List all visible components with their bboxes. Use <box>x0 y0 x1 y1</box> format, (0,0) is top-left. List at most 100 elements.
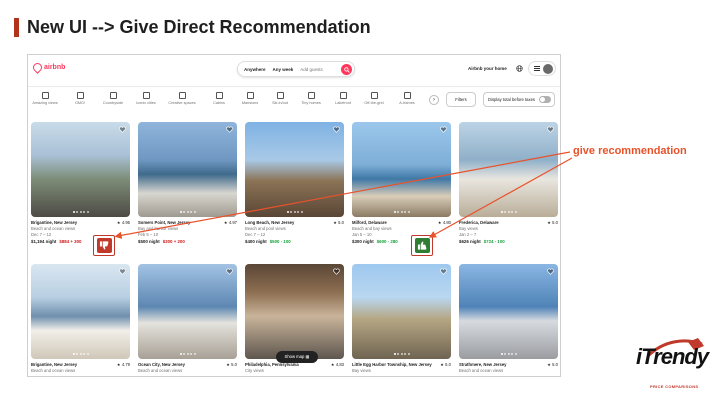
listing-card[interactable]: Somers Point, New Jersey ★ 4.97 Bay and h… <box>138 122 237 244</box>
thumbs-up-badge <box>411 235 433 256</box>
recommended-price: $724 - 100 <box>483 239 505 244</box>
a-frames-icon <box>403 92 411 99</box>
iconic-cities-icon <box>142 92 150 99</box>
listing-photo[interactable] <box>245 122 344 217</box>
listing-dates: Dec 7 – 12 <box>31 232 52 237</box>
heart-icon[interactable] <box>333 126 340 133</box>
heart-icon[interactable] <box>333 268 340 275</box>
listing-description: Bay views <box>352 368 371 373</box>
heart-icon[interactable] <box>119 126 126 133</box>
omg-icon <box>76 92 84 99</box>
listing-price: $500 night $300 + 200 <box>138 239 185 244</box>
listing-photo[interactable] <box>459 122 558 217</box>
listing-price: $626 night $724 - 100 <box>459 239 505 244</box>
listing-dates: Dec 7 – 12 <box>245 232 266 237</box>
listing-rating: ★ 4.97 <box>223 220 237 225</box>
listing-photo[interactable] <box>31 264 130 359</box>
listing-location: Frederica, Delaware <box>459 220 499 225</box>
category-creative-spaces[interactable]: Creative spaces <box>165 92 199 105</box>
listing-location: Long Beach, New Jersey <box>245 220 295 225</box>
category-countryside[interactable]: Countryside <box>96 92 130 105</box>
listing-description: Bay and harbor views <box>138 226 179 231</box>
globe-icon[interactable] <box>516 65 523 72</box>
listing-rating: ★ 5.0 <box>440 362 451 367</box>
amazing-views-icon <box>41 92 49 99</box>
listing-card[interactable]: Milford, Delaware ★ 4.80 Beach and bay vi… <box>352 122 451 244</box>
category-omg[interactable]: OMG! <box>63 92 97 105</box>
host-link[interactable]: Airbnb your home <box>468 66 507 71</box>
photo-pager <box>352 211 451 213</box>
category-a-frames[interactable]: A-frames <box>390 92 424 105</box>
search-bar[interactable]: Anywhere Any week Add guests <box>237 61 355 77</box>
photo-pager <box>31 211 130 213</box>
listing-card[interactable]: Frederica, Delaware ★ 5.0 Bay views Jan 2… <box>459 122 558 244</box>
itrendy-logo-text: iTrendy <box>636 344 709 369</box>
listing-card[interactable]: Brigantine, New Jersey ★ 4.79 Beach and o… <box>31 264 130 373</box>
listing-photo[interactable] <box>459 264 558 359</box>
listing-photo[interactable] <box>138 264 237 359</box>
category-amazing-views[interactable]: Amazing views <box>28 92 62 105</box>
filters-button[interactable]: Filters <box>446 92 476 107</box>
photo-pager <box>31 353 130 355</box>
listing-description: Beach and ocean views <box>31 226 76 231</box>
category-cabins[interactable]: Cabins <box>202 92 236 105</box>
give-recommendation-label: give recommendation <box>573 145 687 157</box>
listing-rating: ★ 5.0 <box>547 362 558 367</box>
listing-card[interactable]: Ocean City, New Jersey ★ 5.0 Beach and oc… <box>138 264 237 373</box>
listing-price: $400 night $500 - 100 <box>245 239 291 244</box>
listing-card[interactable]: Long Beach, New Jersey ★ 5.0 Beach and po… <box>245 122 344 244</box>
photo-pager <box>245 211 344 213</box>
listing-location: Ocean City, New Jersey <box>138 362 185 367</box>
category-ski-in-out[interactable]: Ski-in/out <box>263 92 297 105</box>
creative-spaces-icon <box>178 92 186 99</box>
heart-icon[interactable] <box>547 268 554 275</box>
thumbs-down-badge <box>93 235 115 256</box>
heart-icon[interactable] <box>119 268 126 275</box>
search-any-week[interactable]: Any week <box>273 67 294 72</box>
show-map-button[interactable]: Show map ▦ <box>276 351 318 363</box>
category-mansions[interactable]: Mansions <box>233 92 267 105</box>
listing-rating: ★ 5.0 <box>547 220 558 225</box>
search-add-guests[interactable]: Add guests <box>300 67 323 72</box>
search-button[interactable] <box>341 64 352 75</box>
countryside-icon <box>109 92 117 99</box>
listing-dates: Jan 5 – 10 <box>352 232 372 237</box>
category-iconic-cities[interactable]: Iconic cities <box>129 92 163 105</box>
airbnb-logo[interactable]: airbnb <box>31 61 65 74</box>
category-lakefront[interactable]: Lakefront <box>326 92 360 105</box>
listing-card[interactable]: Little Egg Harbor Township, New Jersey ★ … <box>352 264 451 373</box>
recommended-price: $500 - 100 <box>269 239 291 244</box>
listing-photo[interactable] <box>352 264 451 359</box>
categories-next-button[interactable]: › <box>429 95 439 105</box>
listing-rating: ★ 4.95 <box>116 220 130 225</box>
heart-icon[interactable] <box>226 126 233 133</box>
thumbs-down-icon <box>99 241 108 250</box>
listing-location: Brigantine, New Jersey <box>31 362 78 367</box>
recommended-price: $600 - 280 <box>376 239 398 244</box>
listing-photo[interactable] <box>138 122 237 217</box>
tiny-homes-icon <box>307 92 315 99</box>
heart-icon[interactable] <box>440 268 447 275</box>
listing-card[interactable]: Brigantine, New Jersey ★ 4.95 Beach and o… <box>31 122 130 244</box>
listing-location: Milford, Delaware <box>352 220 387 225</box>
mansions-icon <box>246 92 254 99</box>
airbnb-logo-icon <box>31 61 44 74</box>
category-off-the-grid[interactable]: Off-the-grid <box>357 92 391 105</box>
photo-pager <box>459 211 558 213</box>
listing-photo[interactable] <box>352 122 451 217</box>
toggle-switch[interactable] <box>539 96 551 103</box>
listing-card[interactable]: Strathmere, New Jersey ★ 5.0 Beach and oc… <box>459 264 558 373</box>
slide-title: New UI --> Give Direct Recommendation <box>27 17 371 37</box>
heart-icon[interactable] <box>440 126 447 133</box>
ski-icon <box>276 92 284 99</box>
listing-photo[interactable] <box>31 122 130 217</box>
listing-photo[interactable] <box>245 264 344 359</box>
user-menu-button[interactable] <box>528 61 556 76</box>
listing-description: Bay views <box>459 226 478 231</box>
search-anywhere[interactable]: Anywhere <box>244 67 266 72</box>
category-tiny-homes[interactable]: Tiny homes <box>294 92 328 105</box>
total-price-toggle[interactable]: Display total before taxes <box>483 92 555 107</box>
heart-icon[interactable] <box>547 126 554 133</box>
heart-icon[interactable] <box>226 268 233 275</box>
listing-location: Somers Point, New Jersey <box>138 220 191 225</box>
